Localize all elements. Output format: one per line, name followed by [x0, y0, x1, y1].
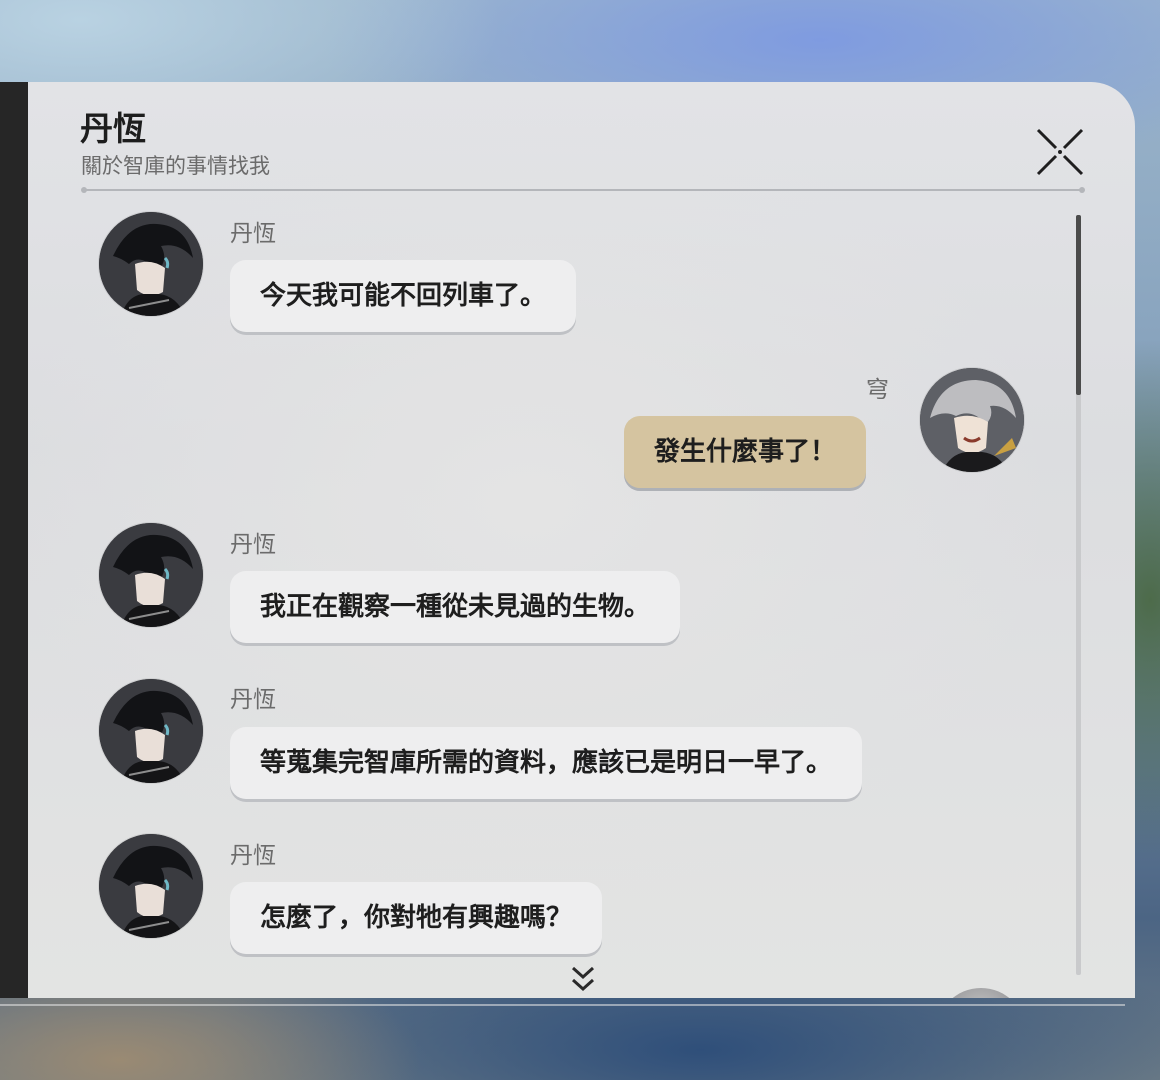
chat-panel: 丹恆 關於智庫的事情找我 丹恆 今天我可能不回列車了。 穹 發生什麼事了！ 丹恆…	[28, 82, 1135, 998]
danheng-portrait-icon	[99, 679, 203, 783]
danheng-avatar	[99, 679, 203, 783]
scrollbar-thumb[interactable]	[1076, 215, 1081, 395]
chat-title: 丹恆	[80, 109, 146, 148]
message-sender: 丹恆	[230, 532, 276, 558]
danheng-avatar	[99, 212, 203, 316]
message-sender: 丹恆	[230, 843, 276, 869]
close-x-icon	[1036, 128, 1084, 176]
danheng-portrait-icon	[99, 834, 203, 938]
danheng-portrait-icon	[99, 523, 203, 627]
message-bubble[interactable]: 等蒐集完智庫所需的資料，應該已是明日一早了。	[230, 727, 863, 799]
danheng-avatar	[99, 834, 203, 938]
bottom-divider	[0, 1004, 1125, 1006]
message-sender: 丹恆	[230, 687, 276, 713]
own-message-bubble[interactable]: 發生什麼事了！	[624, 416, 867, 488]
message-bubble[interactable]: 我正在觀察一種從未見過的生物。	[230, 571, 681, 643]
close-button[interactable]	[1032, 124, 1088, 180]
message-sender: 丹恆	[230, 221, 276, 247]
stelle-caelus-avatar	[920, 368, 1024, 472]
danheng-portrait-icon	[99, 212, 203, 316]
header-divider	[81, 187, 1085, 193]
trailblazer-portrait-icon	[920, 368, 1024, 472]
double-chevron-down-icon	[571, 966, 595, 992]
scrollbar-track[interactable]	[1076, 215, 1081, 975]
partial-avatar	[936, 988, 1026, 998]
message-bubble[interactable]: 今天我可能不回列車了。	[230, 260, 577, 332]
message-bubble[interactable]: 怎麼了，你對牠有興趣嗎？	[230, 882, 603, 954]
left-edge-strip	[0, 82, 30, 998]
chat-subtitle: 關於智庫的事情找我	[81, 154, 270, 178]
danheng-avatar	[99, 523, 203, 627]
message-sender: 穹	[866, 377, 889, 403]
scroll-more-button[interactable]	[569, 964, 597, 996]
